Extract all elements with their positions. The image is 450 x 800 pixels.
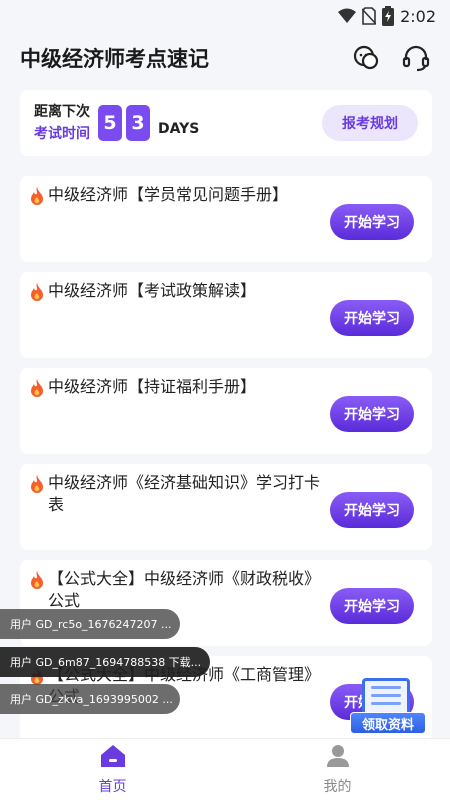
fire-icon [28,282,46,302]
download-toast: 用户 GD_zkva_1693995002 ... [0,684,180,714]
get-materials-label: 领取资料 [350,712,426,734]
list-item[interactable]: 中级经济师【学员常见问题手册】 开始学习 [20,176,432,262]
list-item[interactable]: 中级经济师《经济基础知识》学习打卡表 开始学习 [20,464,432,550]
no-sim-icon [362,7,377,25]
list-item[interactable]: 中级经济师【考试政策解读】 开始学习 [20,272,432,358]
fire-icon [28,474,46,494]
list-item[interactable]: 中级经济师【持证福利手册】 开始学习 [20,368,432,454]
countdown-digit: 3 [126,105,150,141]
start-study-button[interactable]: 开始学习 [330,300,414,336]
tab-profile[interactable]: 我的 [225,739,450,800]
bottom-tab-bar: 首页 我的 [0,738,450,800]
get-materials-badge[interactable]: 领取资料 [350,678,426,736]
exam-plan-button[interactable]: 报考规划 [322,105,418,141]
item-title: 中级经济师【考试政策解读】 [48,281,257,300]
countdown-label-line1: 距离下次 [34,104,90,120]
start-study-button[interactable]: 开始学习 [330,588,414,624]
exam-countdown-card: 距离下次 考试时间 5 3 DAYS 报考规划 [20,90,432,156]
item-title: 中级经济师【学员常见问题手册】 [48,185,289,204]
countdown-label-line2: 考试时间 [34,126,90,142]
start-study-button[interactable]: 开始学习 [330,204,414,240]
item-title: 中级经济师《经济基础知识》学习打卡表 [48,473,321,514]
home-icon [100,744,126,772]
countdown-digit: 5 [98,105,122,141]
start-study-button[interactable]: 开始学习 [330,396,414,432]
download-toast: 用户 GD_6m87_1694788538 下载... [0,647,210,677]
download-toast: 用户 GD_rc5o_1676247207 ... [0,609,180,639]
app-header: 中级经济师考点速记 [0,32,450,84]
fire-icon [28,186,46,206]
wifi-icon [338,8,357,24]
battery-charging-icon [382,6,395,26]
tab-label: 首页 [98,778,127,795]
page-title: 中级经济师考点速记 [20,47,209,71]
headset-support-icon[interactable] [400,42,432,74]
countdown-label: 距离下次 考试时间 [34,101,90,145]
start-study-button[interactable]: 开始学习 [330,492,414,528]
fire-icon [28,378,46,398]
status-bar: 2:02 [0,0,450,32]
document-icon [362,678,410,716]
item-title: 【公式大全】中级经济师《财政税收》公式 [48,569,321,610]
item-title: 中级经济师【持证福利手册】 [48,377,257,396]
user-icon [325,744,351,772]
chat-bubble-icon[interactable] [350,42,382,74]
tab-label: 我的 [323,778,352,795]
countdown-digits: 5 3 [98,105,150,141]
fire-icon [28,570,46,590]
clock-time: 2:02 [400,6,436,26]
tab-home[interactable]: 首页 [0,739,225,800]
countdown-unit: DAYS [158,121,200,137]
